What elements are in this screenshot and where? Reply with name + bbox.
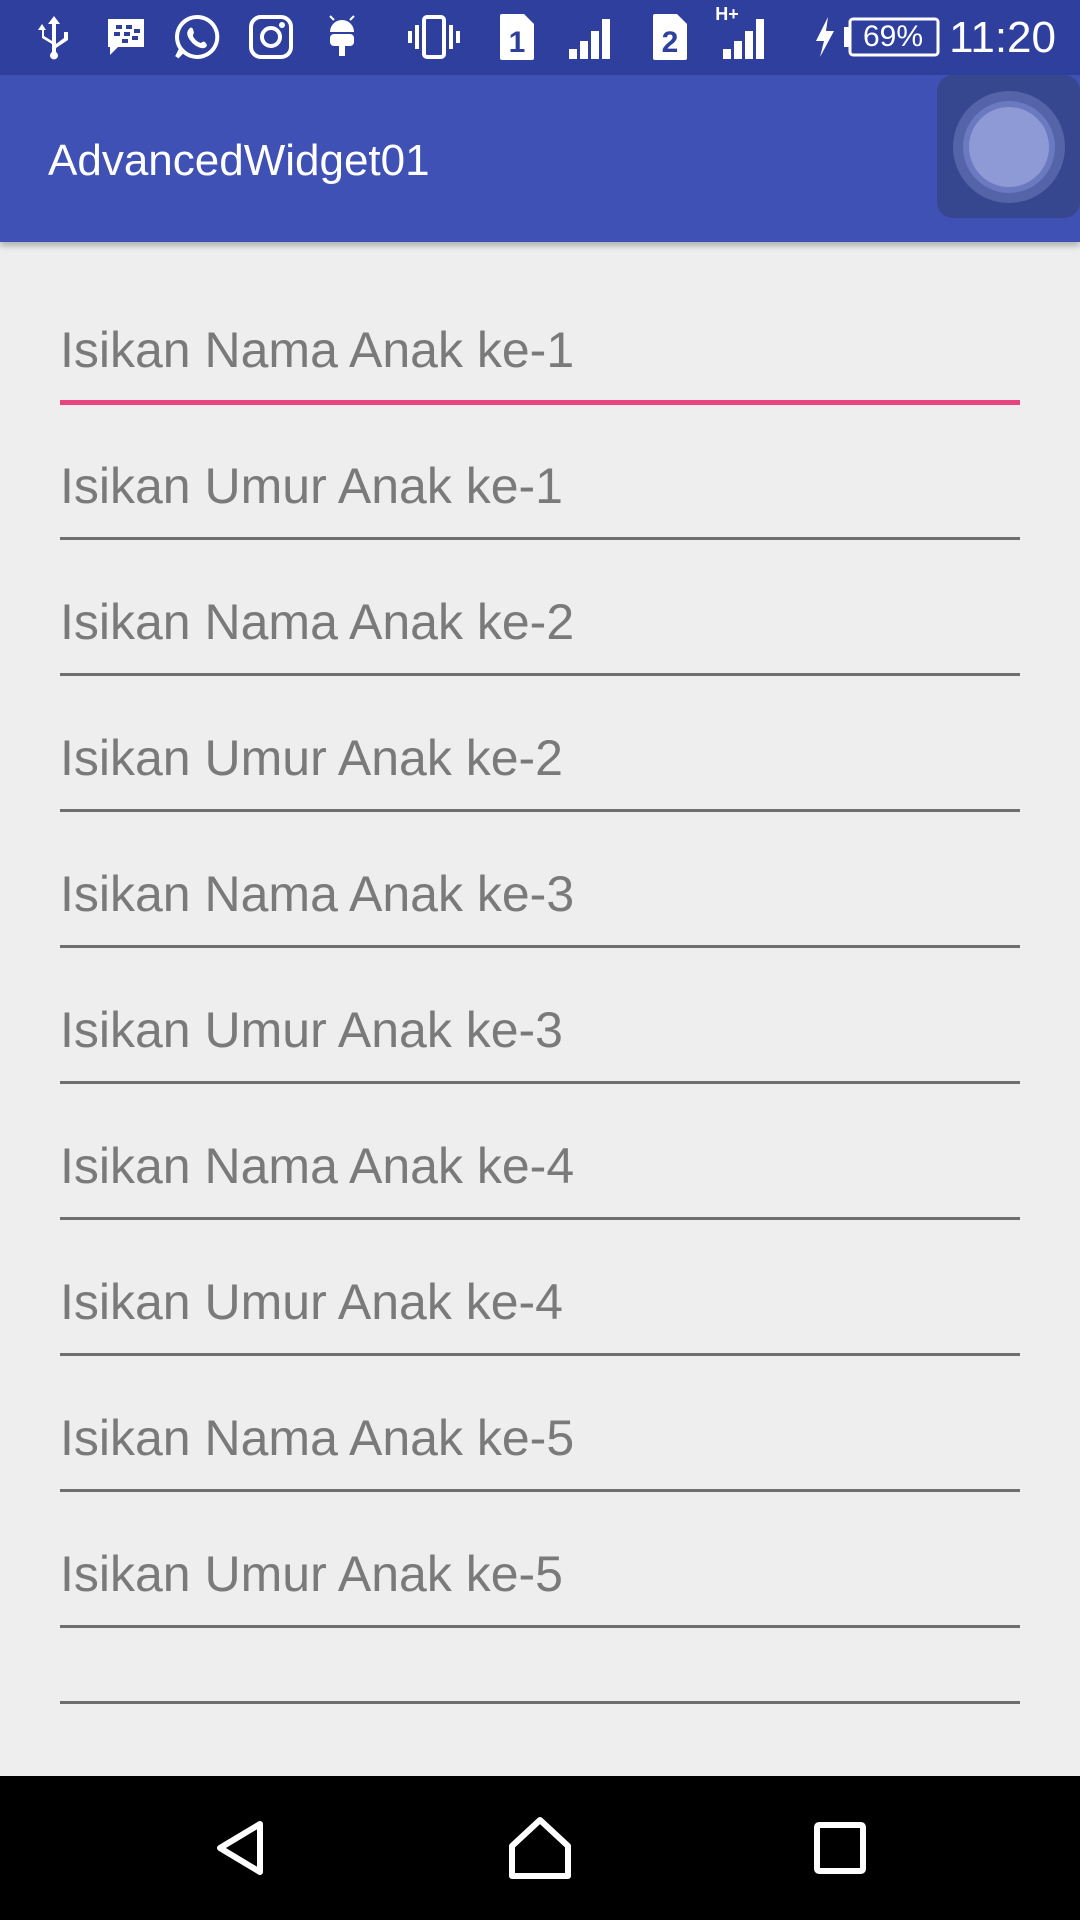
input-underline-focused (60, 400, 1020, 405)
child-3-age-field (60, 980, 1020, 1090)
child-1-age-input[interactable] (60, 436, 1020, 536)
extra-field (60, 1600, 1020, 1704)
child-2-name-field (60, 572, 1020, 682)
child-1-name-field (60, 300, 1020, 410)
navigation-bar (0, 1776, 1080, 1920)
input-underline (60, 1353, 1020, 1356)
vibrate-icon (406, 12, 462, 62)
back-button[interactable] (200, 1808, 280, 1888)
child-4-age-input[interactable] (60, 1252, 1020, 1352)
assistive-touch-icon (952, 90, 1065, 203)
status-bar: 1 2 H+ 69% 11:20 (0, 0, 1080, 75)
whatsapp-icon (172, 12, 222, 62)
assistive-touch-button[interactable] (937, 75, 1080, 218)
instagram-icon (246, 12, 296, 62)
charging-icon (810, 12, 840, 62)
child-2-age-input[interactable] (60, 708, 1020, 808)
recents-icon (814, 1822, 866, 1874)
app-title: AdvancedWidget01 (48, 136, 430, 185)
child-2-name-input[interactable] (60, 572, 1020, 672)
child-5-name-input[interactable] (60, 1388, 1020, 1488)
battery-percent: 69% (862, 20, 924, 53)
sim1-icon: 1 (497, 12, 537, 62)
home-icon (509, 1817, 571, 1879)
input-underline (60, 809, 1020, 812)
child-4-age-field (60, 1252, 1020, 1362)
signal1-icon (566, 12, 616, 62)
svg-text:2: 2 (662, 26, 679, 59)
extra-input[interactable] (60, 1640, 1020, 1700)
input-underline (60, 1217, 1020, 1220)
bbm-icon (104, 12, 148, 62)
child-3-age-input[interactable] (60, 980, 1020, 1080)
input-underline (60, 1489, 1020, 1492)
sim2-icon: 2 (650, 12, 690, 62)
signal2-icon (720, 12, 770, 62)
input-underline (60, 537, 1020, 540)
child-3-name-input[interactable] (60, 844, 1020, 944)
android-debug-icon (322, 12, 362, 62)
input-underline (60, 945, 1020, 948)
home-button[interactable] (500, 1808, 580, 1888)
input-underline (60, 1701, 1020, 1704)
input-underline (60, 673, 1020, 676)
svg-text:1: 1 (509, 26, 526, 59)
child-4-name-field (60, 1116, 1020, 1226)
app-bar: AdvancedWidget01 (0, 75, 1080, 242)
child-1-age-field (60, 436, 1020, 546)
input-underline (60, 1081, 1020, 1084)
child-4-name-input[interactable] (60, 1116, 1020, 1216)
child-5-name-field (60, 1388, 1020, 1498)
clock: 11:20 (949, 13, 1056, 62)
child-2-age-field (60, 708, 1020, 818)
child-1-name-input[interactable] (60, 300, 1020, 400)
back-icon (217, 1821, 263, 1875)
usb-icon (34, 12, 74, 62)
child-3-name-field (60, 844, 1020, 954)
recents-button[interactable] (800, 1808, 880, 1888)
